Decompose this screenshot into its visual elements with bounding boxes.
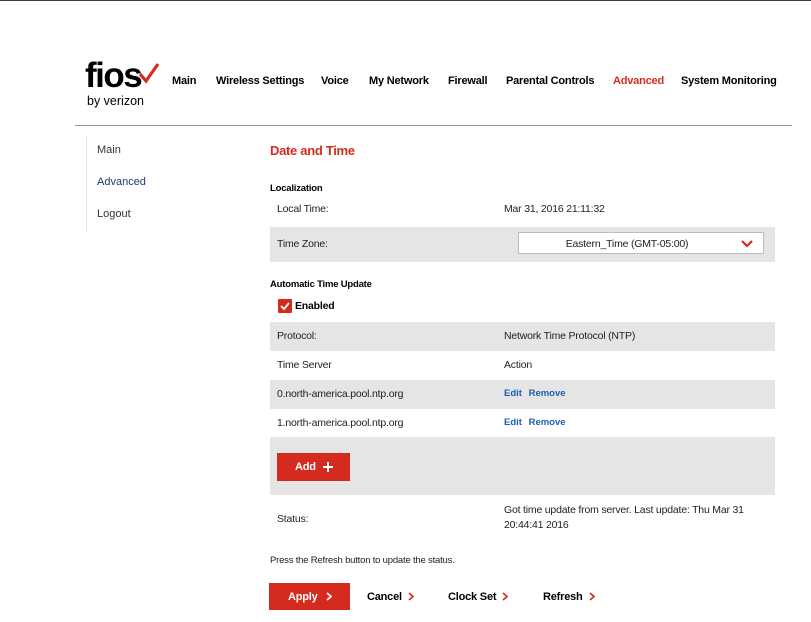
topnav-my-network[interactable]: My Network <box>369 75 429 87</box>
clock-set-label: Clock Set <box>448 591 497 603</box>
server-table-header: Time Server Action <box>270 351 775 380</box>
add-server-area: Add <box>270 437 775 495</box>
sidenav-item-logout[interactable]: Logout <box>97 208 131 220</box>
header-divider <box>75 125 792 126</box>
topnav-wireless-settings[interactable]: Wireless Settings <box>216 75 304 87</box>
remove-server-link[interactable]: Remove <box>529 388 566 399</box>
sidenav-item-advanced[interactable]: Advanced <box>97 176 146 188</box>
time-zone-selected: Eastern_Time (GMT-05:00) <box>565 238 689 250</box>
server-name: 0.north-america.pool.ntp.org <box>277 388 404 400</box>
edit-server-link[interactable]: Edit <box>504 388 522 399</box>
topnav-voice[interactable]: Voice <box>321 75 349 87</box>
remove-server-link[interactable]: Remove <box>529 417 566 428</box>
apply-label: Apply <box>288 591 318 603</box>
fios-logo[interactable]: fios by verizon <box>85 56 165 122</box>
apply-button[interactable]: Apply <box>269 583 350 610</box>
top-border <box>0 0 811 1</box>
sidenav-item-main[interactable]: Main <box>97 144 121 156</box>
topnav-main[interactable]: Main <box>172 75 196 87</box>
server-name: 1.north-america.pool.ntp.org <box>277 417 404 429</box>
page-title: Date and Time <box>270 143 355 158</box>
cancel-button[interactable]: Cancel <box>367 591 415 603</box>
protocol-label: Protocol: <box>277 330 317 342</box>
local-time-label: Local Time: <box>277 203 329 215</box>
sidenav-rule <box>86 136 87 232</box>
chevron-right-icon <box>502 591 509 601</box>
local-time-row: Local Time: Mar 31, 2016 21:11:32 <box>270 195 775 224</box>
status-value: Got time update from server. Last update… <box>504 504 744 531</box>
add-button-label: Add <box>295 461 316 473</box>
clock-set-button[interactable]: Clock Set <box>448 591 509 603</box>
table-row: 1.north-america.pool.ntp.org Edit Remove <box>270 409 775 438</box>
auto-update-heading: Automatic Time Update <box>270 279 372 290</box>
chevron-down-icon <box>741 240 753 248</box>
chevron-right-icon <box>326 592 332 601</box>
protocol-value: Network Time Protocol (NTP) <box>504 330 636 342</box>
time-zone-row: Time Zone: Eastern_Time (GMT-05:00) <box>270 227 775 262</box>
protocol-row: Protocol: Network Time Protocol (NTP) <box>270 322 775 351</box>
enabled-label: Enabled <box>295 300 335 312</box>
chevron-right-icon <box>408 591 415 601</box>
table-row: 0.north-america.pool.ntp.org Edit Remove <box>270 380 775 409</box>
time-zone-label: Time Zone: <box>277 238 328 250</box>
action-column: Action <box>504 359 532 371</box>
plus-icon <box>323 462 333 472</box>
logo-tagline: by verizon <box>87 94 144 108</box>
check-icon <box>280 302 290 310</box>
cancel-label: Cancel <box>367 591 402 603</box>
topnav-system-monitoring[interactable]: System Monitoring <box>681 75 777 87</box>
logo-wordmark: fios <box>85 56 143 95</box>
topnav-advanced[interactable]: Advanced <box>613 75 664 87</box>
refresh-button[interactable]: Refresh <box>543 591 595 603</box>
checkmark-icon <box>138 63 160 84</box>
topnav-firewall[interactable]: Firewall <box>448 75 488 87</box>
localization-heading: Localization <box>270 183 323 194</box>
time-server-column: Time Server <box>277 359 332 371</box>
local-time-value: Mar 31, 2016 21:11:32 <box>504 203 605 215</box>
add-server-button[interactable]: Add <box>277 453 350 481</box>
refresh-label: Refresh <box>543 591 583 603</box>
edit-server-link[interactable]: Edit <box>504 417 522 428</box>
topnav-parental-controls[interactable]: Parental Controls <box>506 75 594 87</box>
enabled-checkbox[interactable] <box>278 299 292 313</box>
refresh-note: Press the Refresh button to update the s… <box>270 555 455 566</box>
time-zone-select[interactable]: Eastern_Time (GMT-05:00) <box>518 232 764 254</box>
chevron-right-icon <box>589 591 595 601</box>
status-label: Status: <box>277 513 309 525</box>
